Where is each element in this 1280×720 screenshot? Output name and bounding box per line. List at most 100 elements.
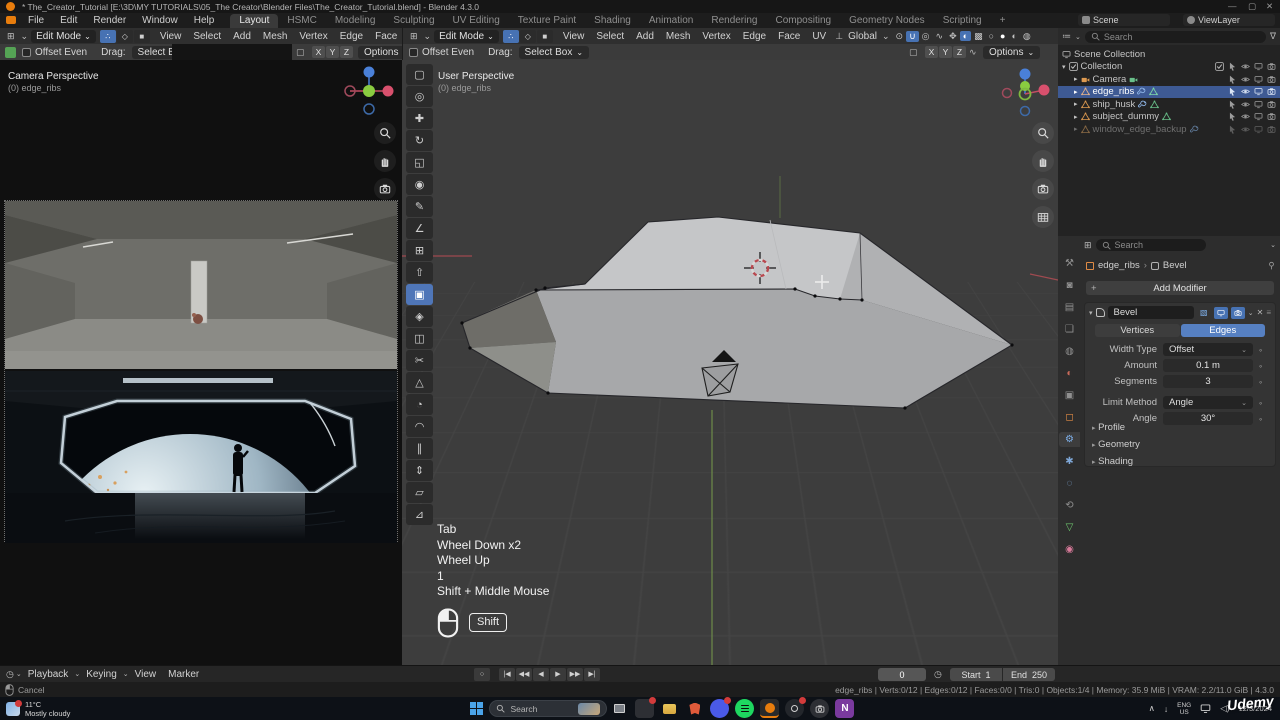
menu-add[interactable]: Add — [630, 31, 660, 42]
workspace-tab-hsmc[interactable]: HSMC — [278, 14, 325, 28]
menu-uv[interactable]: UV — [806, 31, 832, 42]
falloff-icon[interactable]: ∿ — [969, 47, 977, 58]
menu-select[interactable]: Select — [590, 31, 630, 42]
edges-tab[interactable]: Edges — [1181, 324, 1266, 337]
tab-scene[interactable]: ◍ — [1059, 344, 1080, 359]
maximize-button[interactable]: ▢ — [1248, 1, 1256, 12]
tool-select-box[interactable]: ▢ — [406, 64, 433, 85]
vertices-tab[interactable]: Vertices — [1095, 324, 1180, 337]
expand-icon[interactable]: ▸ — [1074, 125, 1078, 133]
face-select-button[interactable]: ■ — [537, 30, 553, 43]
orientation-chevron[interactable]: ⌄ — [879, 31, 893, 42]
tool-measure[interactable]: ∠ — [406, 218, 433, 239]
menu-render[interactable]: Render — [85, 15, 134, 26]
breadcrumb-modifier[interactable]: Bevel — [1163, 260, 1187, 271]
tool-move[interactable]: ✚ — [406, 108, 433, 129]
menu-window[interactable]: Window — [134, 15, 186, 26]
menu-vertex[interactable]: Vertex — [293, 31, 333, 42]
menu-edge[interactable]: Edge — [334, 31, 369, 42]
pin-icon[interactable] — [1267, 261, 1276, 270]
animate-dot[interactable]: ◦ — [1259, 361, 1269, 371]
camera-viewport[interactable]: Camera Perspective (0) edge_ribs — [0, 60, 402, 665]
falloff-dropdown[interactable]: ∿ — [933, 31, 947, 42]
workspace-tab-modeling[interactable]: Modeling — [326, 14, 385, 28]
menu-keying[interactable]: Keying — [80, 669, 123, 680]
mode-dropdown[interactable]: Edit Mode ⌄ — [434, 30, 499, 43]
menu-view[interactable]: View — [557, 31, 591, 42]
tool-annotate[interactable]: ✎ — [406, 196, 433, 217]
tool-spin[interactable]: ◔ — [406, 394, 433, 415]
outliner-search-input[interactable]: Search — [1085, 31, 1266, 43]
tool-add-cube[interactable]: ⊞ — [406, 240, 433, 261]
outliner-row-subject-dummy[interactable]: ▸ subject_dummy — [1058, 111, 1280, 124]
menu-mesh[interactable]: Mesh — [257, 31, 293, 42]
outliner-row-window-edge-backup[interactable]: ▸ window_edge_backup — [1058, 123, 1280, 136]
menu-select[interactable]: Select — [187, 31, 227, 42]
onenote-icon[interactable]: N — [835, 699, 854, 718]
options-dropdown[interactable]: Options⌄ — [983, 46, 1040, 59]
blender-taskbar-icon[interactable] — [760, 699, 779, 718]
current-frame-field[interactable]: 0 — [878, 668, 926, 681]
angle-field[interactable]: 30° — [1163, 412, 1253, 425]
orientation-dropdown[interactable]: Global — [846, 31, 879, 42]
outliner-row-camera[interactable]: ▸ Camera — [1058, 73, 1280, 86]
file-explorer-icon[interactable] — [660, 699, 679, 718]
tab-object[interactable]: ◻ — [1059, 410, 1080, 425]
axis-z-button[interactable]: Z — [340, 46, 353, 58]
menu-vertex[interactable]: Vertex — [696, 31, 736, 42]
outliner-mode-chevron[interactable]: ⌄ — [1075, 33, 1081, 41]
tray-expand-icon[interactable]: ∧ — [1149, 703, 1155, 714]
tool-poly-build[interactable]: △ — [406, 372, 433, 393]
outliner-row-ship-husk[interactable]: ▸ ship_husk — [1058, 98, 1280, 111]
editor-type-chevron[interactable]: ⌄ — [421, 31, 435, 42]
section-profile[interactable]: ▸ Profile — [1092, 422, 1140, 433]
outliner-row-collection[interactable]: ▾ Collection — [1058, 61, 1280, 74]
expand-icon[interactable]: ▸ — [1074, 113, 1078, 121]
breadcrumb-object[interactable]: edge_ribs — [1098, 260, 1140, 271]
task-view-button[interactable] — [610, 699, 629, 718]
next-keyframe-button[interactable]: ▶▶ — [567, 668, 583, 681]
properties-editor-icon[interactable]: ⊞ — [1084, 240, 1092, 251]
tool-loop-cut[interactable]: ◫ — [406, 328, 433, 349]
play-button[interactable]: ▶ — [550, 668, 566, 681]
scene-selector[interactable]: Scene — [1078, 14, 1170, 26]
shading-wireframe-button[interactable]: ○ — [986, 31, 997, 41]
minimize-button[interactable]: — — [1228, 1, 1237, 11]
spotify-icon[interactable] — [735, 699, 754, 718]
start-button[interactable] — [467, 699, 486, 718]
tool-edge-slide[interactable]: ∥ — [406, 438, 433, 459]
tool-rotate[interactable]: ↻ — [406, 130, 433, 151]
workspace-tab-texture-paint[interactable]: Texture Paint — [509, 14, 585, 28]
vertex-select-button[interactable]: ∴ — [100, 30, 116, 43]
grid-toggle-icon[interactable] — [1032, 206, 1054, 228]
tab-particles[interactable]: ✱ — [1059, 454, 1080, 469]
taskbar-search[interactable]: Search — [489, 700, 607, 717]
animate-dot[interactable]: ◦ — [1259, 377, 1269, 387]
render-display-toggle[interactable] — [1231, 307, 1245, 319]
select-box-dropdown[interactable]: Select Box⌄ — [519, 46, 590, 59]
animate-dot[interactable]: ◦ — [1259, 398, 1269, 408]
tab-material[interactable]: ◉ — [1059, 542, 1080, 557]
navigation-gizmo[interactable] — [342, 64, 396, 118]
offset-even-checkbox[interactable] — [22, 48, 31, 57]
axis-z-button[interactable]: Z — [953, 46, 966, 58]
end-frame-field[interactable]: End 250 — [1003, 668, 1055, 681]
jump-to-end-button[interactable]: ▶| — [584, 668, 600, 681]
menu-edit[interactable]: Edit — [52, 15, 85, 26]
weather-widget[interactable]: 11°C Mostly cloudy — [6, 700, 70, 718]
panel-collapse-icon[interactable]: ▾ — [1089, 309, 1093, 317]
modifier-close-button[interactable]: ✕ — [1257, 308, 1264, 317]
menu-marker[interactable]: Marker — [162, 669, 205, 680]
add-modifier-button[interactable]: + Add Modifier — [1086, 281, 1274, 295]
tool-shrink-fatten[interactable]: ⇕ — [406, 460, 433, 481]
edge-select-button[interactable]: ◇ — [520, 30, 536, 43]
tab-output[interactable]: ▤ — [1059, 300, 1080, 315]
workspace-tab-scripting[interactable]: Scripting — [934, 14, 991, 28]
editor-type-icon[interactable]: ⊞ — [407, 31, 421, 42]
auto-key-button[interactable]: ○ — [474, 668, 490, 681]
add-workspace-button[interactable]: + — [991, 14, 1015, 28]
tab-constraints[interactable]: ⟲ — [1059, 498, 1080, 513]
proportional-edit-toggle[interactable]: ◎ — [919, 31, 933, 42]
workspace-tab-layout[interactable]: Layout — [230, 14, 278, 28]
mode-dropdown[interactable]: Edit Mode ⌄ — [31, 30, 96, 43]
